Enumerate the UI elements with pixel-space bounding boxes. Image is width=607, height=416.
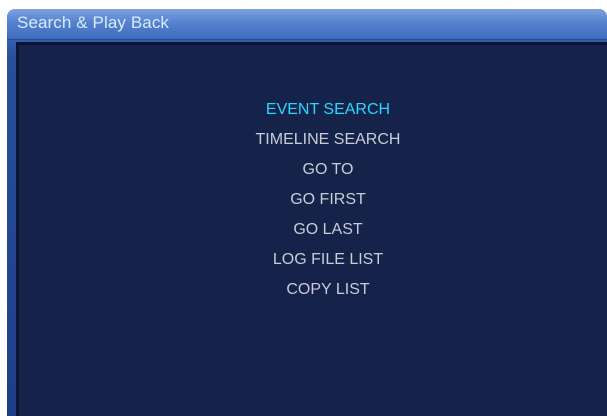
menu-item-go-last[interactable]: GO LAST bbox=[49, 215, 607, 245]
menu-item-go-to[interactable]: GO TO bbox=[49, 155, 607, 185]
menu-item-timeline-search[interactable]: TIMELINE SEARCH bbox=[49, 125, 607, 155]
window-title: Search & Play Back bbox=[17, 13, 170, 32]
menu-item-log-file-list[interactable]: LOG FILE LIST bbox=[49, 245, 607, 275]
window-titlebar: Search & Play Back bbox=[7, 9, 607, 40]
menu-item-go-first[interactable]: GO FIRST bbox=[49, 185, 607, 215]
menu-item-copy-list[interactable]: COPY LIST bbox=[49, 275, 607, 305]
menu-item-event-search[interactable]: EVENT SEARCH bbox=[49, 95, 607, 125]
menu-panel: EVENT SEARCH TIMELINE SEARCH GO TO GO FI… bbox=[16, 42, 607, 416]
search-playback-window: Search & Play Back EVENT SEARCH TIMELINE… bbox=[7, 9, 607, 416]
search-menu: EVENT SEARCH TIMELINE SEARCH GO TO GO FI… bbox=[19, 95, 607, 305]
